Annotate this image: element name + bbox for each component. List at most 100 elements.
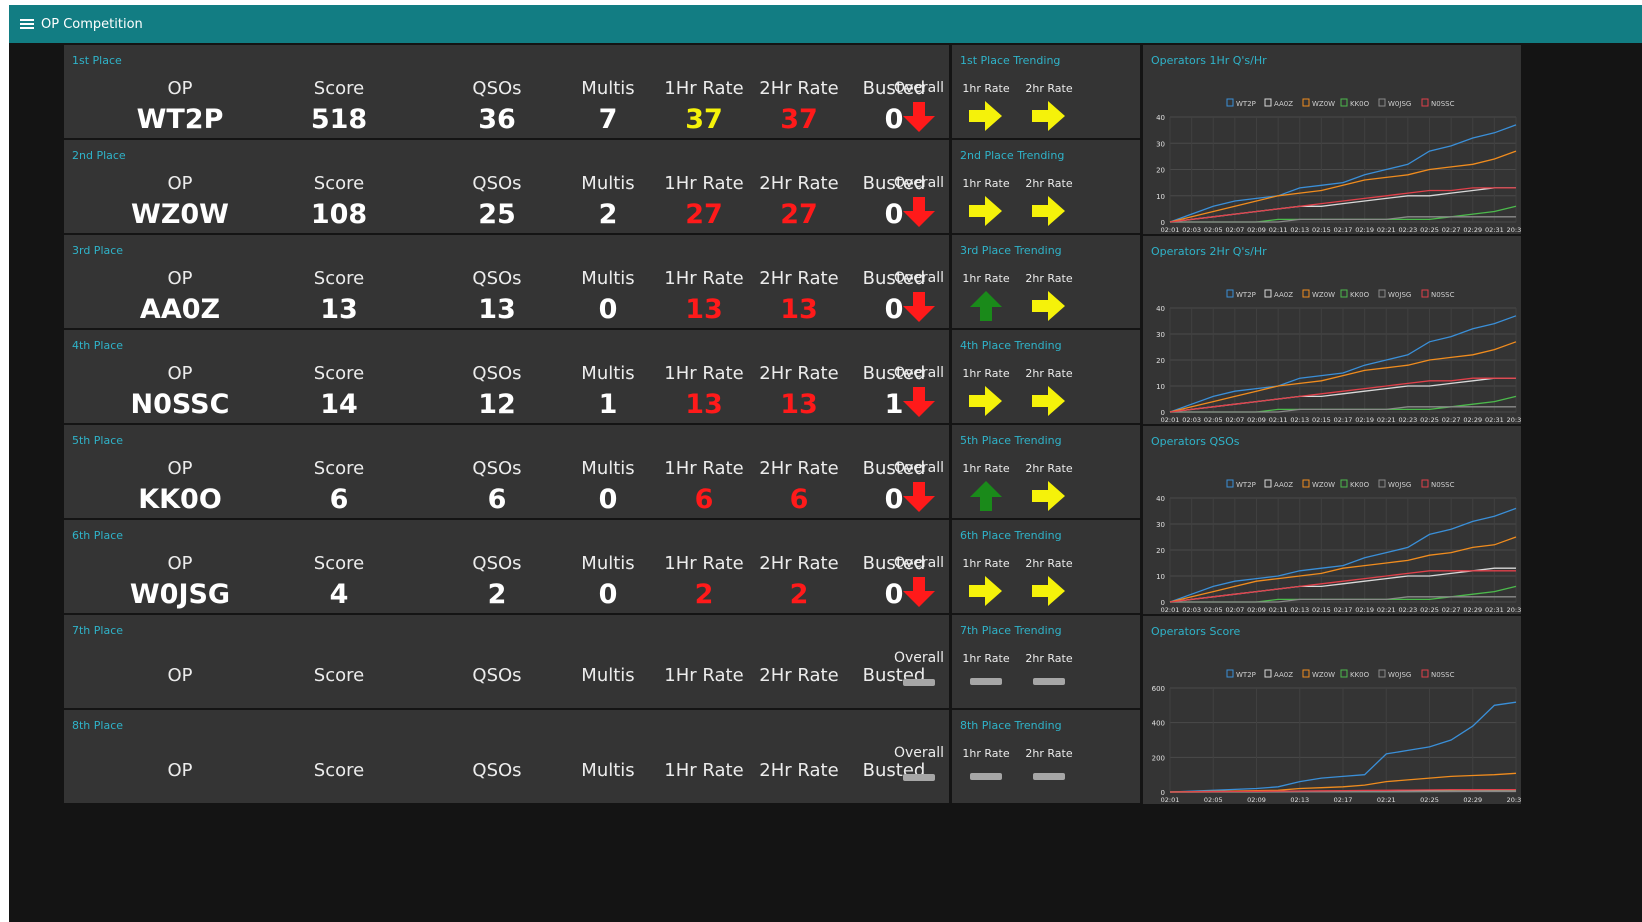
place-panel: 8th Place OP Score QSOs Multis 1Hr Rate 2Hr Ra… (64, 710, 949, 803)
legend-label: WT2P (1236, 291, 1256, 299)
x-tick-label: 02:01 (1161, 796, 1180, 804)
legend-label: AA0Z (1274, 291, 1293, 299)
x-tick-label: 02:19 (1355, 606, 1374, 614)
trending-panel: 8th Place Trending 1hr Rate 2hr Rate (952, 710, 1140, 803)
score-header: Score (313, 268, 365, 289)
op-header: OP (167, 78, 193, 99)
score-header: Score (313, 458, 365, 479)
legend-label: AA0Z (1274, 671, 1293, 679)
x-tick-label: 20:34 (1507, 416, 1521, 424)
right-arrow-icon (1032, 576, 1065, 606)
chart-panel: Operators 2Hr Q's/Hr WT2P AA0Z WZ0W KK0O W0JS… (1143, 236, 1521, 424)
legend-label: W0JSG (1388, 291, 1411, 299)
legend-label: W0JSG (1388, 481, 1411, 489)
qsos-column: QSOs 6 (447, 458, 547, 515)
rate1-header: 1Hr Rate (664, 363, 744, 384)
overall-column: Overall (890, 365, 948, 419)
legend-label: WZ0W (1312, 291, 1335, 299)
x-tick-label: 02:21 (1377, 416, 1396, 424)
qsos-column: QSOs 36 (447, 78, 547, 135)
legend-label: WT2P (1236, 481, 1256, 489)
x-tick-label: 02:27 (1442, 606, 1461, 614)
rate1-column: 1Hr Rate 2 (656, 553, 752, 610)
multis-column: Multis 2 (563, 173, 653, 230)
legend-label: KK0O (1350, 671, 1370, 679)
qsos-column: QSOs (447, 760, 547, 781)
legend-swatch (1264, 479, 1272, 488)
rate2-column: 2Hr Rate 6 (751, 458, 847, 515)
trending-label: 5th Place Trending (960, 434, 1062, 447)
legend-swatch (1340, 289, 1348, 298)
rate2-column: 2Hr Rate (751, 665, 847, 686)
multis-column: Multis (563, 760, 653, 781)
rate2-column: 2Hr Rate 37 (751, 78, 847, 135)
legend-label: N0SSC (1431, 481, 1455, 489)
trending-label: 4th Place Trending (960, 339, 1062, 352)
multis-value: 2 (598, 199, 618, 230)
x-tick-label: 02:15 (1312, 226, 1331, 234)
x-tick-label: 02:05 (1204, 606, 1223, 614)
trend2-column: 2hr Rate (1024, 272, 1074, 323)
qsos-value: 12 (478, 389, 516, 420)
op-column: OP N0SSC (120, 363, 240, 420)
place-panel: 5th Place OP KK0O Score 6 QSOs 6 Multis 0 1Hr Rat… (64, 425, 949, 518)
overall-column: Overall (890, 555, 948, 609)
legend-swatch (1421, 289, 1429, 298)
op-column: OP W0JSG (120, 553, 240, 610)
trend1-header: 1hr Rate (962, 82, 1010, 95)
y-tick-label: 400 (1152, 720, 1165, 728)
rate1-header: 1Hr Rate (664, 760, 744, 781)
multis-value: 0 (598, 484, 618, 515)
x-tick-label: 02:31 (1485, 606, 1504, 614)
x-tick-label: 02:13 (1290, 796, 1309, 804)
overall-column: Overall (890, 460, 948, 514)
rate2-value: 2 (789, 579, 809, 610)
right-arrow-icon (969, 576, 1002, 606)
qsos-column: QSOs 2 (447, 553, 547, 610)
x-tick-label: 02:09 (1247, 606, 1266, 614)
trending-panel: 1st Place Trending 1hr Rate 2hr Rate (952, 45, 1140, 138)
multis-column: Multis 0 (563, 458, 653, 515)
overall-header: Overall (893, 745, 945, 761)
line-chart: Operators 1Hr Q's/Hr WT2P AA0Z WZ0W KK0O W0JS… (1151, 54, 1521, 234)
rate1-header: 1Hr Rate (664, 173, 744, 194)
x-tick-label: 02:01 (1161, 226, 1180, 234)
op-value: KK0O (138, 484, 222, 515)
legend-swatch (1302, 98, 1310, 107)
overall-column: Overall (890, 650, 948, 686)
right-arrow-icon (1032, 481, 1065, 511)
rate2-column: 2Hr Rate 27 (751, 173, 847, 230)
x-tick-label: 02:03 (1182, 226, 1201, 234)
score-header: Score (313, 760, 365, 781)
op-header: OP (167, 665, 193, 686)
op-column: OP (120, 760, 240, 781)
rate1-value: 27 (685, 199, 723, 230)
qsos-header: QSOs (472, 665, 522, 686)
score-value: 108 (310, 199, 368, 230)
down-arrow-icon (903, 197, 935, 227)
trend2-header: 2hr Rate (1025, 272, 1073, 285)
qsos-column: QSOs 13 (447, 268, 547, 325)
down-arrow-icon (903, 387, 935, 417)
score-value: 13 (320, 294, 358, 325)
x-tick-label: 02:29 (1463, 226, 1482, 234)
qsos-value: 13 (478, 294, 516, 325)
y-tick-label: 30 (1156, 331, 1165, 339)
place-panel: 6th Place OP W0JSG Score 4 QSOs 2 Multis 0 1Hr Ra… (64, 520, 949, 613)
x-tick-label: 02:17 (1334, 226, 1353, 234)
hamburger-menu-icon[interactable] (20, 19, 34, 29)
down-arrow-icon (903, 102, 935, 132)
legend-swatch (1340, 98, 1348, 107)
rate1-column: 1Hr Rate 37 (656, 78, 752, 135)
rate2-value: 13 (780, 294, 818, 325)
trending-label: 1st Place Trending (960, 54, 1061, 67)
overall-column: Overall (890, 175, 948, 229)
x-tick-label: 02:11 (1269, 226, 1288, 234)
rate2-header: 2Hr Rate (759, 665, 839, 686)
place-panel: 3rd Place OP AA0Z Score 13 QSOs 13 Multis 0 1Hr R… (64, 235, 949, 328)
rate2-value: 13 (780, 389, 818, 420)
trend2-column: 2hr Rate (1024, 652, 1074, 685)
down-arrow-icon (903, 482, 935, 512)
qsos-header: QSOs (472, 268, 522, 289)
rate2-column: 2Hr Rate 13 (751, 268, 847, 325)
